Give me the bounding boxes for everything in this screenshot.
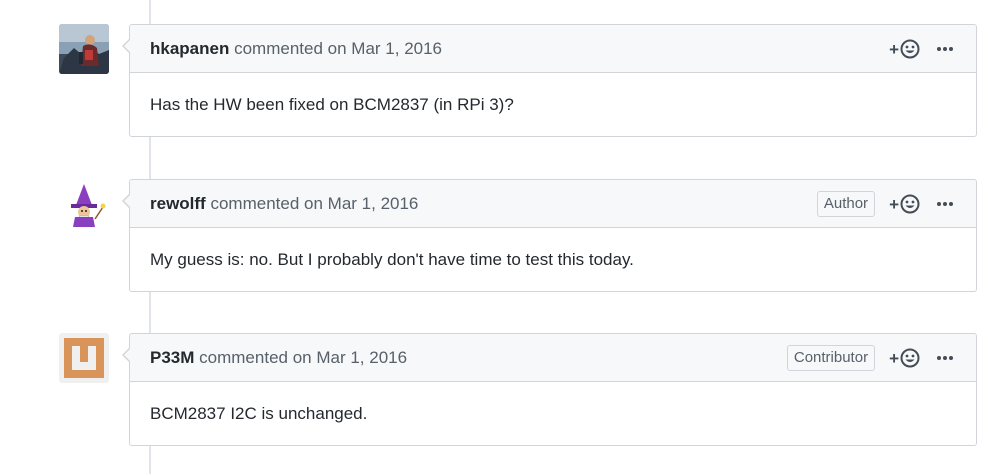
comment-box: hkapanen commented on Mar 1, 2016 + Has …: [122, 24, 977, 137]
add-reaction-button[interactable]: +: [889, 39, 920, 59]
more-options-button[interactable]: [936, 46, 954, 52]
comment-meta: rewolff commented on Mar 1, 2016: [150, 194, 418, 214]
comment-meta: hkapanen commented on Mar 1, 2016: [150, 39, 442, 59]
add-reaction-button[interactable]: +: [889, 194, 920, 214]
comment-body: BCM2837 I2C is unchanged.: [150, 403, 368, 423]
comment-date-link[interactable]: on Mar 1, 2016: [293, 348, 407, 367]
more-options-button[interactable]: [936, 355, 954, 361]
comment-actions: Author +: [816, 189, 954, 219]
smiley-icon: [900, 39, 920, 59]
comment-body: Has the HW been fixed on BCM2837 (in RPi…: [150, 94, 514, 114]
comment-header: P33M commented on Mar 1, 2016 Contributo…: [130, 334, 976, 382]
comment-header: hkapanen commented on Mar 1, 2016 +: [130, 25, 976, 73]
comment-meta: P33M commented on Mar 1, 2016: [150, 348, 407, 368]
author-badge: Author: [816, 191, 876, 217]
add-reaction-button[interactable]: +: [889, 348, 920, 368]
author-link[interactable]: P33M: [150, 348, 194, 367]
wizard-avatar-icon: [59, 179, 109, 229]
comment-actions: +: [889, 34, 954, 64]
author-link[interactable]: rewolff: [150, 194, 206, 213]
author-link[interactable]: hkapanen: [150, 39, 229, 58]
smiley-icon: [900, 348, 920, 368]
comment-action: commented: [199, 348, 288, 367]
kebab-horizontal-icon: [937, 356, 953, 360]
smiley-icon: [900, 194, 920, 214]
kebab-horizontal-icon: [937, 202, 953, 206]
plus-label: +: [889, 194, 899, 214]
kebab-horizontal-icon: [937, 47, 953, 51]
avatar[interactable]: [59, 333, 109, 383]
comment-action: commented: [234, 39, 323, 58]
comment-date-link[interactable]: on Mar 1, 2016: [328, 39, 442, 58]
comment-header: rewolff commented on Mar 1, 2016 Author …: [130, 180, 976, 228]
comment-body: My guess is: no. But I probably don't ha…: [150, 249, 634, 269]
plus-label: +: [889, 348, 899, 368]
avatar[interactable]: [59, 24, 109, 74]
plus-label: +: [889, 39, 899, 59]
identicon-avatar-icon: [59, 333, 109, 383]
contributor-badge: Contributor: [786, 345, 876, 371]
comment-box: rewolff commented on Mar 1, 2016 Author …: [122, 179, 977, 292]
user-photo-avatar-icon: [59, 24, 109, 74]
comment-date-link[interactable]: on Mar 1, 2016: [304, 194, 418, 213]
comment-box: P33M commented on Mar 1, 2016 Contributo…: [122, 333, 977, 446]
more-options-button[interactable]: [936, 201, 954, 207]
avatar[interactable]: [59, 179, 109, 229]
comment-actions: Contributor +: [786, 343, 954, 373]
comment-action: commented: [210, 194, 300, 213]
